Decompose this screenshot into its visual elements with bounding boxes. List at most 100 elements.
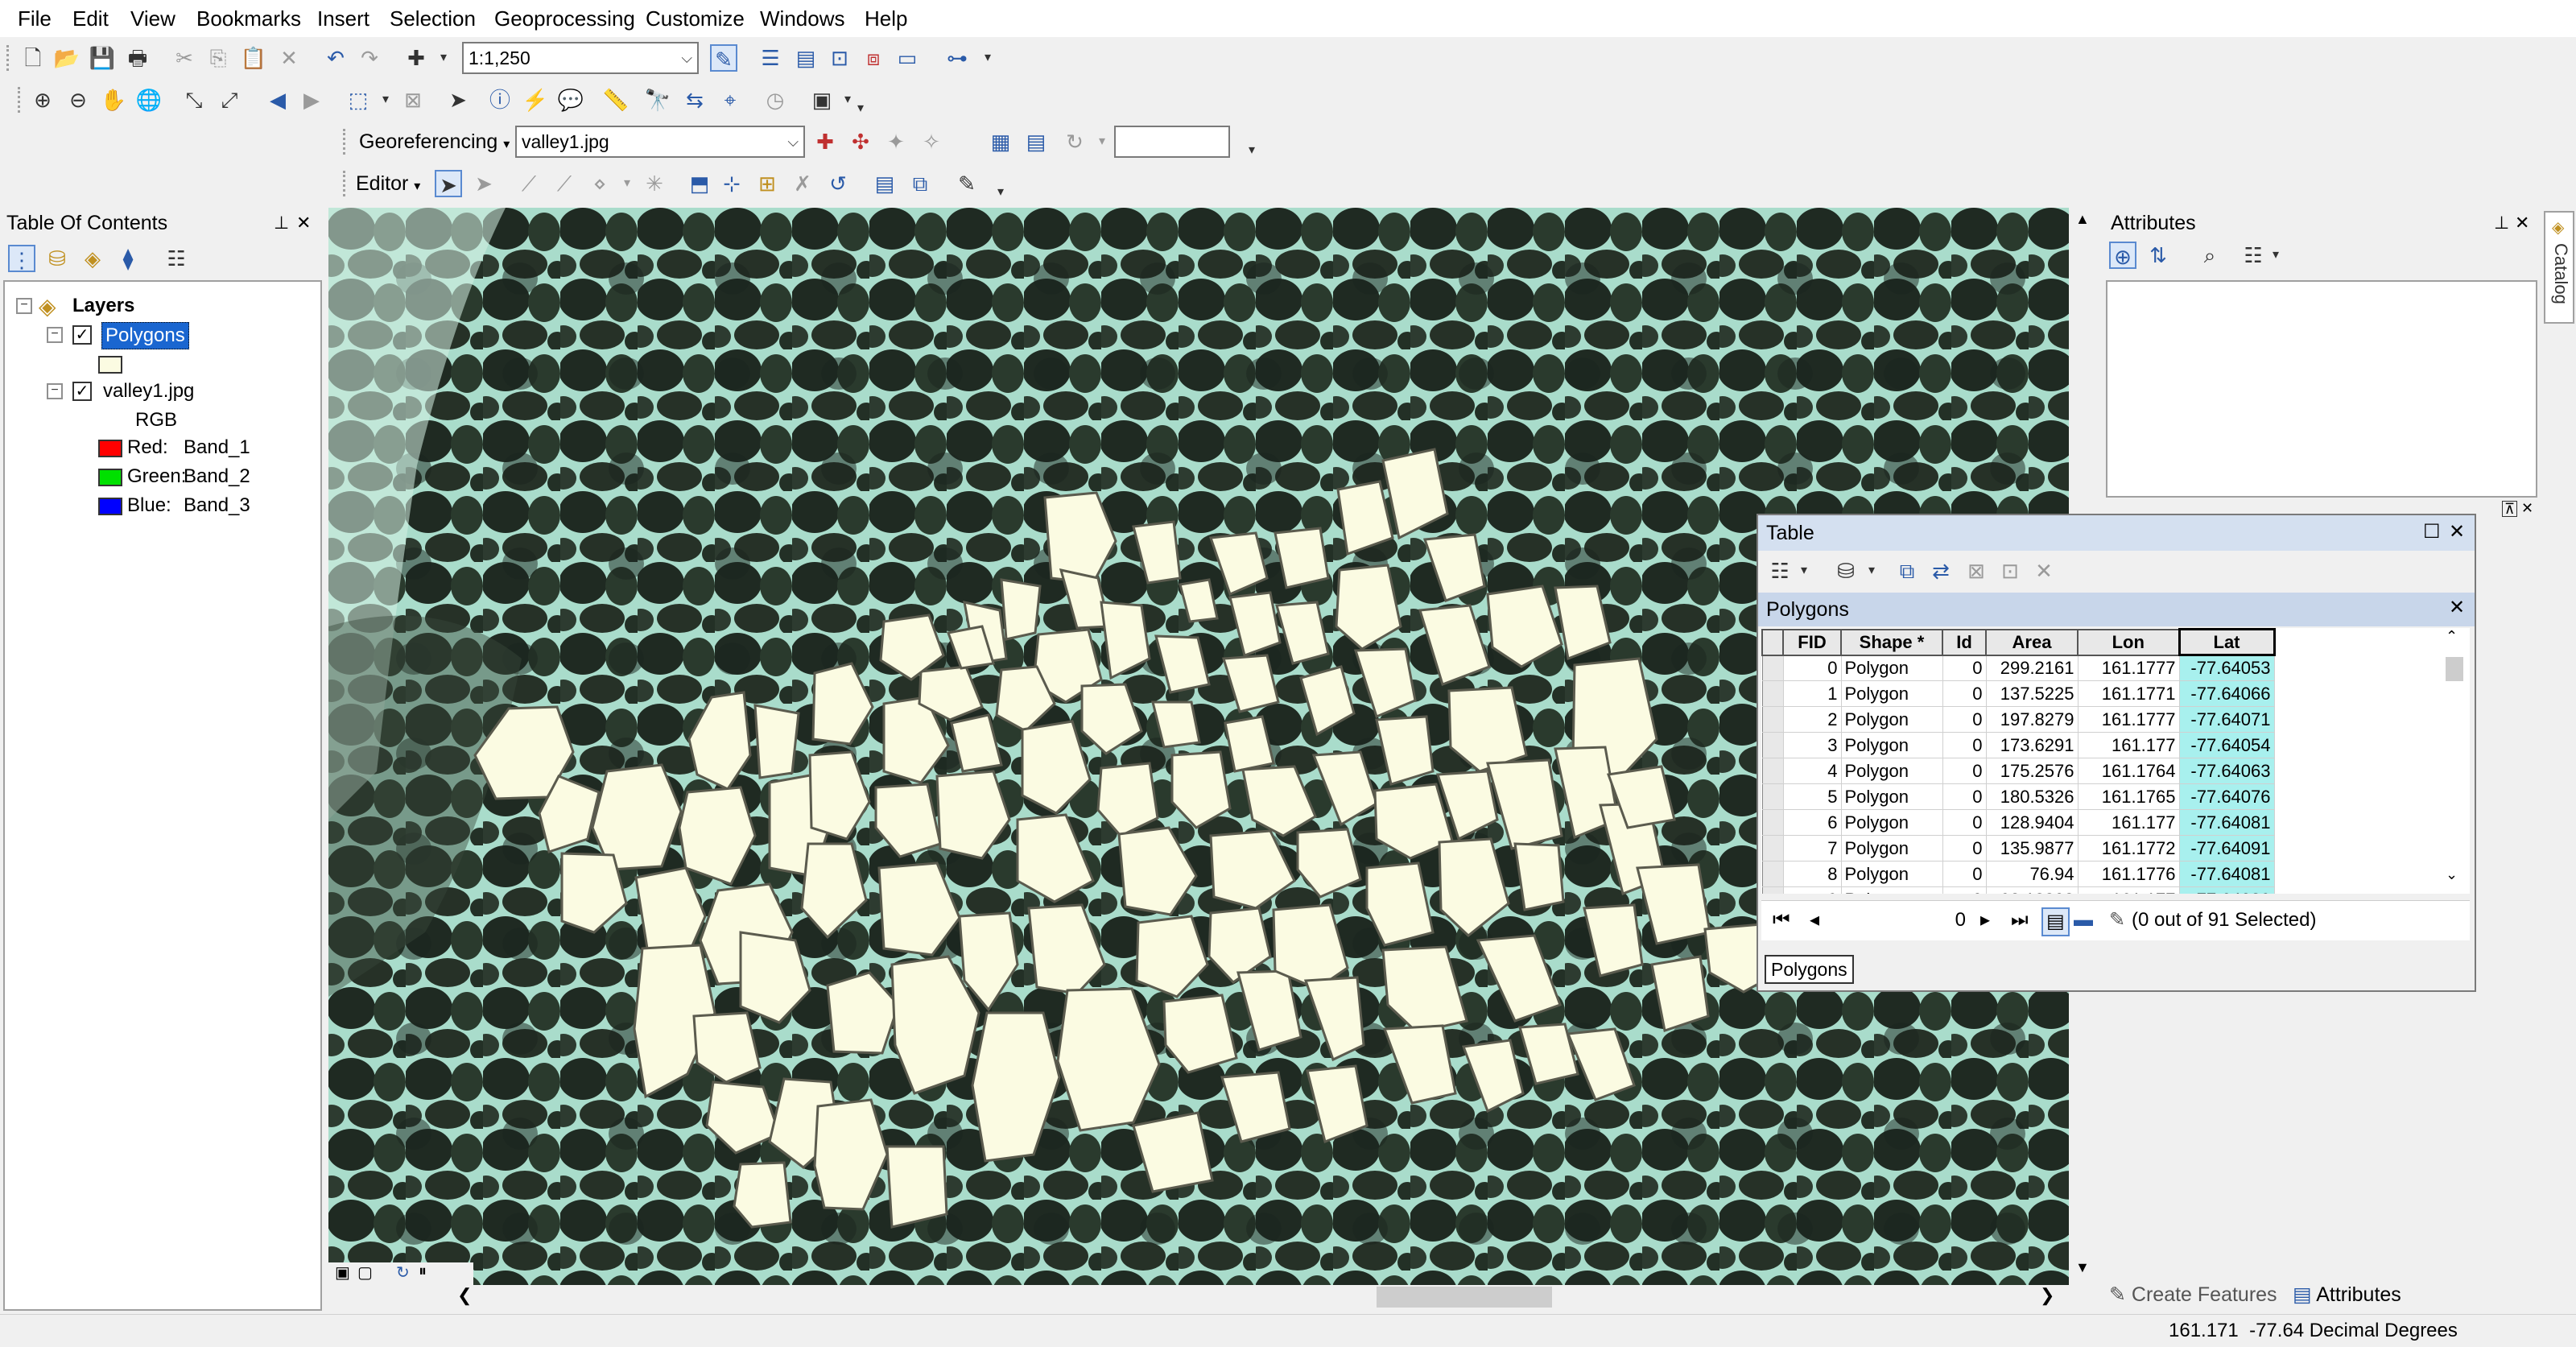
map-horizontal-scrollbar[interactable]: ❮ ❯	[328, 1285, 2069, 1309]
close-icon[interactable]: ✕	[2515, 208, 2529, 238]
search-window-icon[interactable]: ⊡	[826, 44, 853, 72]
redo-icon[interactable]: ↷	[356, 44, 383, 72]
show-selected-records-icon[interactable]: ▬	[2074, 907, 2093, 933]
select-by-attributes-icon[interactable]: ⧉	[1893, 557, 1921, 585]
create-features-icon[interactable]: ✎	[953, 170, 980, 197]
cell-lat[interactable]: -77.64071	[2179, 706, 2275, 733]
select-dropdown-icon[interactable]: ▾	[372, 86, 399, 114]
open-folder-icon[interactable]: 📂	[53, 44, 80, 72]
cell-fid[interactable]: 2	[1783, 706, 1842, 733]
scroll-left-icon[interactable]: ❮	[457, 1285, 472, 1306]
table-vertical-scrollbar[interactable]: ⌃ ⌄	[2439, 628, 2468, 894]
new-document-icon[interactable]: 🗋	[19, 44, 47, 72]
create-features-tab[interactable]: ✎ Create Features	[2109, 1279, 2277, 1311]
zoom-out-icon[interactable]: ⊖	[64, 86, 92, 114]
column-header-id[interactable]: Id	[1942, 628, 1987, 656]
measure-icon[interactable]: 📏	[602, 86, 630, 114]
cell-shape[interactable]: Polygon	[1841, 758, 1943, 784]
pin-icon[interactable]: ⊥	[274, 208, 289, 238]
cell-id[interactable]: 0	[1942, 835, 1987, 862]
trace-icon[interactable]: ⟋	[551, 170, 578, 197]
model-builder-icon[interactable]: ⊶	[943, 44, 971, 72]
layout-view-icon[interactable]: ▢	[357, 1262, 373, 1283]
catalog-window-icon[interactable]: ▤	[792, 44, 819, 72]
cell-lon[interactable]: 161.1764	[2078, 758, 2180, 784]
cell-id[interactable]: 0	[1942, 732, 1987, 758]
zoom-in-icon[interactable]: ⊕	[29, 86, 56, 114]
select-link-icon[interactable]: ✦	[882, 128, 910, 155]
raster-layer-label[interactable]: valley1.jpg	[103, 378, 194, 404]
cell-area[interactable]: 76.94	[1986, 861, 2079, 887]
construction-dropdown-icon[interactable]: ▾	[613, 170, 641, 197]
table-row[interactable]: 8 Polygon 0 76.94 161.1776 -77.64081	[1761, 861, 2275, 887]
delete-icon[interactable]: ✕	[275, 44, 303, 72]
polygon-symbol-swatch[interactable]	[98, 356, 122, 374]
table-options-icon[interactable]: ☷	[1766, 557, 1794, 585]
options-dropdown-icon[interactable]: ▾	[2262, 242, 2289, 269]
show-features-icon[interactable]: ⊕	[2109, 242, 2136, 269]
cell-shape[interactable]: Polygon	[1841, 732, 1943, 758]
menu-view[interactable]: View	[130, 6, 175, 31]
polygon-feature[interactable]	[886, 1145, 948, 1229]
toolbar-options-icon[interactable]: ▾	[1238, 137, 1265, 164]
list-by-selection-icon[interactable]: ⧫	[114, 245, 142, 272]
menu-bookmarks[interactable]: Bookmarks	[196, 6, 301, 31]
cell-shape[interactable]: Polygon	[1841, 809, 1943, 836]
close-icon[interactable]: ✕	[2521, 501, 2533, 515]
column-header-lat[interactable]: Lat	[2178, 628, 2276, 656]
toolbar-options-icon[interactable]: ▾	[847, 95, 874, 122]
row-selector[interactable]	[1761, 861, 1784, 887]
cell-lon[interactable]: 161.1777	[2078, 655, 2180, 681]
cell-shape[interactable]: Polygon	[1841, 706, 1943, 733]
arctoolbox-icon[interactable]: ⧈	[860, 44, 887, 72]
cell-id[interactable]: 0	[1942, 886, 1987, 894]
related-tables-icon[interactable]: ⛁	[1832, 557, 1860, 585]
cell-lon[interactable]: 161.1771	[2078, 680, 2180, 707]
column-header-fid[interactable]: FID	[1782, 628, 1842, 656]
menu-windows[interactable]: Windows	[760, 6, 844, 31]
python-window-icon[interactable]: ▭	[894, 44, 921, 72]
cell-fid[interactable]: 9	[1783, 886, 1842, 894]
edit-vertices-icon[interactable]: ⬒	[686, 170, 713, 197]
scroll-right-icon[interactable]: ❯	[2040, 1285, 2054, 1306]
cut-icon[interactable]: ✂	[171, 44, 198, 72]
toolbar-grip[interactable]	[6, 45, 13, 71]
cell-fid[interactable]: 3	[1783, 732, 1842, 758]
cell-area[interactable]: 180.5326	[1986, 783, 2079, 810]
zoom-to-selected-icon[interactable]: ⊡	[1996, 557, 2024, 585]
forward-extent-icon[interactable]: ▶	[298, 86, 325, 114]
table-row[interactable]: 9Polygon093.13803161.177-77.64089	[1761, 886, 2275, 894]
table-row[interactable]: 3 Polygon 0 173.6291 161.177 -77.64054	[1761, 732, 2275, 758]
row-selector[interactable]	[1761, 809, 1784, 836]
row-selector[interactable]	[1761, 835, 1784, 862]
layers-label[interactable]: Layers	[72, 293, 134, 319]
cell-lat[interactable]: -77.64054	[2179, 732, 2275, 758]
cell-lon[interactable]: 161.1765	[2078, 783, 2180, 810]
column-header-shape[interactable]: Shape *	[1840, 628, 1943, 656]
cell-shape[interactable]: Polygon	[1841, 886, 1943, 894]
pan-icon[interactable]: ✋	[100, 86, 127, 114]
table-row[interactable]: 5 Polygon 0 180.5326 161.1765 -77.64076	[1761, 783, 2275, 810]
cell-lat[interactable]: -77.64091	[2179, 835, 2275, 862]
pause-drawing-icon[interactable]: ⏸	[419, 1262, 427, 1281]
collapse-layers-icon[interactable]: −	[16, 298, 32, 314]
reshape-icon[interactable]: ⊹	[718, 170, 745, 197]
cell-shape[interactable]: Polygon	[1841, 783, 1943, 810]
table-row[interactable]: 7 Polygon 0 135.9877 161.1772 -77.64091	[1761, 835, 2275, 862]
column-header-lon[interactable]: Lon	[2077, 628, 2180, 656]
cell-fid[interactable]: 7	[1783, 835, 1842, 862]
cell-shape[interactable]: Polygon	[1841, 835, 1943, 862]
cell-lon[interactable]: 161.1776	[2078, 861, 2180, 887]
cell-lon[interactable]: 161.177	[2078, 809, 2180, 836]
toc-options-icon[interactable]: ☷	[163, 245, 190, 272]
list-by-source-icon[interactable]: ⛁	[43, 245, 71, 272]
rotate-dropdown-icon[interactable]: ▾	[1088, 128, 1116, 155]
clear-selection-icon[interactable]: ⊠	[1963, 557, 1990, 585]
cell-fid[interactable]: 5	[1783, 783, 1842, 810]
cell-id[interactable]: 0	[1942, 758, 1987, 784]
identify-icon[interactable]: ⓘ	[486, 86, 514, 114]
row-selector[interactable]	[1761, 758, 1784, 784]
select-elements-icon[interactable]: ➤	[444, 86, 472, 114]
scroll-thumb[interactable]	[2446, 657, 2463, 681]
cell-lon[interactable]: 161.177	[2078, 886, 2180, 894]
